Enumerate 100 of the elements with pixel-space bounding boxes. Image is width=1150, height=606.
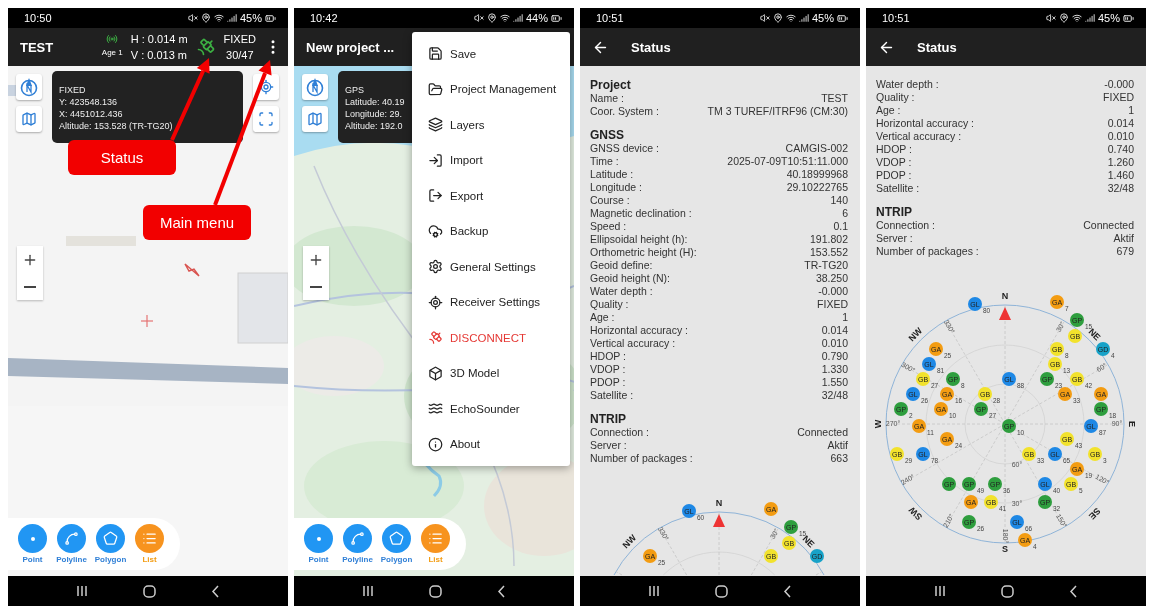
- field-value: 1: [1128, 104, 1134, 117]
- compass-button[interactable]: [16, 74, 42, 100]
- fit-view-button[interactable]: [253, 106, 279, 132]
- horizontal-accuracy: H : 0.014 m: [130, 32, 188, 47]
- north-marker-icon: [713, 514, 725, 527]
- list-icon: [142, 531, 157, 546]
- field-label: PDOP :: [876, 169, 912, 182]
- field-value: 191.802: [810, 233, 848, 246]
- field-label: Horizontal accuracy :: [590, 324, 689, 337]
- position-text: Latitude: 40.19: [345, 96, 405, 108]
- home-icon[interactable]: [714, 584, 728, 598]
- home-icon[interactable]: [142, 584, 156, 598]
- position-text: Altitude: 153.528 (TR-TG20): [59, 120, 173, 132]
- compass-direction: E: [1126, 421, 1137, 427]
- field-label: Server :: [876, 232, 913, 245]
- signal-icon: [226, 13, 237, 23]
- field-value: 1: [842, 311, 848, 324]
- position-text: FIXED: [59, 84, 86, 96]
- field-value: 0.740: [1107, 143, 1134, 156]
- recent-apps-icon[interactable]: [75, 585, 88, 597]
- home-icon[interactable]: [428, 584, 442, 598]
- menu-item[interactable]: Layers: [412, 107, 570, 143]
- field-label: HDOP :: [590, 350, 626, 363]
- map-icon: [307, 111, 323, 127]
- hotspot-icon: [499, 13, 510, 23]
- back-icon[interactable]: [210, 584, 221, 598]
- hotspot-icon: [785, 13, 796, 23]
- clock-time: 10:42: [310, 12, 338, 24]
- menu-item[interactable]: Import: [412, 142, 570, 178]
- back-icon[interactable]: [782, 584, 793, 598]
- menu-item[interactable]: Project Management: [412, 71, 570, 107]
- list-icon: [428, 531, 443, 546]
- field-label: GNSS device :: [590, 142, 659, 155]
- field-value: 38.250: [815, 272, 848, 285]
- menu-item[interactable]: Receiver Settings: [412, 284, 570, 320]
- battery-level: 45%: [811, 12, 834, 24]
- menu-item[interactable]: General Settings: [412, 249, 570, 285]
- menu-item[interactable]: DISCONNECT: [412, 320, 570, 356]
- recent-apps-icon[interactable]: [361, 585, 374, 597]
- field-value: 2025-07-09T10:51:11.000: [727, 155, 848, 168]
- menu-item[interactable]: EchoSounder: [412, 391, 570, 427]
- minus-icon: [310, 285, 322, 288]
- field-label: Vertical accuracy :: [590, 337, 676, 350]
- field-label: Connection :: [876, 219, 935, 232]
- back-icon[interactable]: [496, 584, 507, 598]
- compass-direction: N: [1001, 291, 1009, 302]
- field-value: 0.014: [1107, 117, 1134, 130]
- correction-age: Age 1: [101, 47, 123, 59]
- menu-item[interactable]: Save: [412, 36, 570, 72]
- mute-icon: [759, 13, 770, 23]
- menu-item[interactable]: Backup: [412, 213, 570, 249]
- target-icon: [428, 294, 443, 310]
- location-icon: [772, 13, 783, 23]
- field-label: VDOP :: [876, 156, 912, 169]
- map-layer-button[interactable]: [302, 106, 328, 132]
- mute-icon: [473, 13, 484, 23]
- recent-apps-icon[interactable]: [647, 585, 660, 597]
- compass-icon: [305, 77, 325, 97]
- field-value: -0.000: [1104, 78, 1134, 91]
- recent-apps-icon[interactable]: [933, 585, 946, 597]
- field-value: 40.18999968: [786, 168, 848, 181]
- field-label: PDOP :: [590, 376, 626, 389]
- home-icon[interactable]: [1000, 584, 1014, 598]
- field-label: Longitude :: [590, 181, 642, 194]
- menu-item[interactable]: About: [412, 426, 570, 462]
- field-label: Quality :: [590, 298, 629, 311]
- position-text: GPS: [345, 84, 364, 96]
- map-layer-button[interactable]: [16, 106, 42, 132]
- field-value: Aktif: [827, 439, 848, 452]
- mute-icon: [187, 13, 198, 23]
- menu-item[interactable]: 3D Model: [412, 355, 570, 391]
- field-label: HDOP :: [876, 143, 912, 156]
- vertical-accuracy: V : 0.013 m: [130, 48, 187, 63]
- position-text: Y: 423548.136: [59, 96, 118, 108]
- battery-icon: [551, 12, 562, 24]
- menu-item[interactable]: Export: [412, 178, 570, 214]
- satellite-count: 30/47: [226, 48, 254, 63]
- folder-icon: [428, 81, 443, 97]
- field-value: 1.550: [821, 376, 848, 389]
- compass-button[interactable]: [302, 74, 328, 100]
- field-label: Number of packages :: [590, 452, 693, 465]
- section-title: NTRIP: [590, 412, 626, 426]
- field-value: -0.000: [818, 285, 848, 298]
- field-value: 32/48: [821, 389, 848, 402]
- field-value: TEST: [821, 92, 848, 105]
- project-title: New project ...: [306, 39, 395, 55]
- field-value: 1.330: [821, 363, 848, 376]
- settings-icon: [428, 259, 443, 275]
- field-value: TM 3 TUREF/ITRF96 (CM:30): [707, 105, 848, 118]
- section-title: Project: [590, 78, 631, 92]
- polyline-icon: [64, 531, 79, 546]
- field-value: 1.260: [1107, 156, 1134, 169]
- antenna-icon: [106, 33, 119, 45]
- field-value: 0.014: [821, 324, 848, 337]
- map-icon: [21, 111, 37, 127]
- field-label: Age :: [590, 311, 615, 324]
- field-value: FIXED: [1103, 91, 1134, 104]
- signal-icon: [798, 13, 809, 23]
- compass-direction: SE: [1086, 505, 1103, 522]
- back-icon[interactable]: [1068, 584, 1079, 598]
